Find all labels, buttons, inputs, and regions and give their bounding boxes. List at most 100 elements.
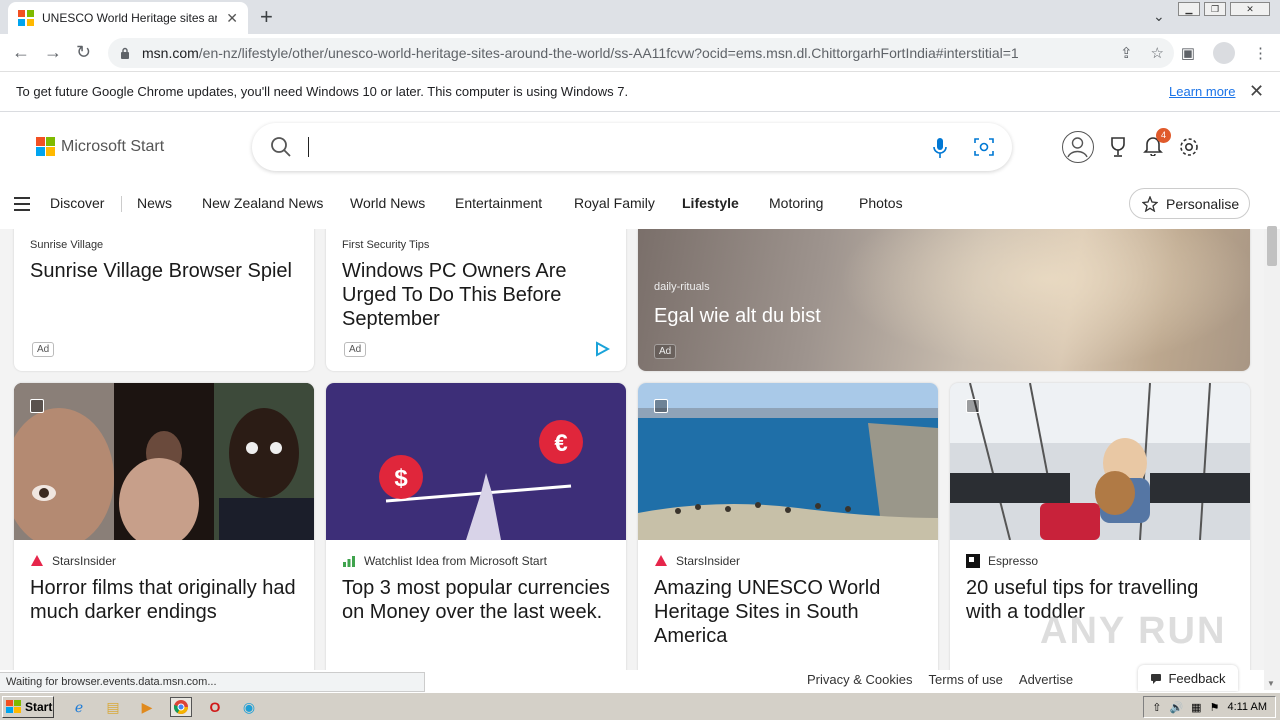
article-image (638, 383, 938, 540)
windows-logo-icon (6, 700, 21, 713)
window-controls: ▁ ❐ ✕ (1178, 2, 1270, 16)
address-bar[interactable]: msn.com/en-nz/lifestyle/other/unesco-wor… (108, 38, 1174, 68)
article-title: Horror films that originally had much da… (30, 577, 296, 623)
nav-photos[interactable]: Photos (859, 195, 903, 211)
ad-label: Ad (344, 342, 367, 357)
microphone-icon[interactable] (932, 137, 948, 159)
nav-lifestyle[interactable]: Lifestyle (682, 195, 739, 211)
ad-card[interactable]: Sunrise Village Sunrise Village Browser … (14, 229, 314, 371)
nav-discover[interactable]: Discover (50, 195, 104, 211)
action-center-flag-icon[interactable]: ⚑ (1210, 701, 1220, 714)
nav-world-news[interactable]: World News (350, 195, 425, 211)
notifications-bell-icon[interactable]: 4 (1142, 127, 1171, 161)
tray-expand-icon[interactable]: ⇧ (1152, 701, 1161, 714)
scrollbar-thumb[interactable] (1267, 226, 1277, 266)
nav-news[interactable]: News (137, 195, 172, 211)
file-explorer-icon[interactable]: ▤ (102, 697, 124, 717)
terms-link[interactable]: Terms of use (928, 672, 1002, 687)
share-icon[interactable]: ⇪ (1120, 44, 1133, 62)
gallery-icon (654, 399, 668, 413)
bookmark-star-icon[interactable]: ☆ (1151, 44, 1164, 62)
learn-more-link[interactable]: Learn more (1169, 84, 1235, 99)
update-infobar: To get future Google Chrome updates, you… (0, 72, 1280, 112)
side-panel-icon[interactable]: ▣ (1181, 44, 1195, 62)
page-scrollbar[interactable]: ▼ (1264, 226, 1280, 690)
media-player-icon[interactable]: ▶ (136, 697, 158, 717)
start-button[interactable]: Start (2, 696, 54, 718)
chrome-icon[interactable] (170, 697, 192, 717)
back-icon[interactable]: ← (12, 42, 30, 63)
infobar-close-icon[interactable]: ✕ (1249, 81, 1264, 102)
msn-header: Microsoft Start 4 (0, 113, 1264, 179)
edge-icon[interactable]: ◉ (238, 697, 260, 717)
svg-text:$: $ (394, 465, 408, 492)
account-avatar-icon[interactable] (1062, 131, 1094, 163)
url-path: /en-nz/lifestyle/other/unesco-world-heri… (198, 45, 1019, 61)
feedback-button[interactable]: Feedback (1138, 665, 1238, 691)
article-source: StarsInsider (676, 554, 741, 568)
rewards-trophy-icon[interactable] (1108, 136, 1128, 158)
minimize-button[interactable]: ▁ (1178, 2, 1200, 16)
gallery-icon (30, 399, 44, 413)
ad-source: Sunrise Village (30, 239, 104, 251)
star-sparkle-icon (1142, 195, 1158, 212)
profile-icon[interactable] (1213, 42, 1235, 64)
personalise-button[interactable]: Personalise (1129, 188, 1250, 219)
lock-icon (121, 47, 129, 59)
article-image (950, 383, 1250, 540)
article-image (14, 383, 314, 540)
volume-icon[interactable]: 🔊 (1169, 701, 1183, 714)
ad-source: daily-rituals (654, 281, 710, 293)
browser-tab[interactable]: UNESCO World Heritage sites around the w… (8, 2, 248, 34)
browser-toolbar: ← → ↻ msn.com/en-nz/lifestyle/other/unes… (0, 34, 1280, 72)
feedback-label: Feedback (1168, 670, 1226, 686)
tab-close-icon[interactable]: ✕ (226, 10, 238, 27)
brand-name: Microsoft Start (61, 137, 165, 155)
category-nav: Discover News New Zealand News World New… (0, 179, 1264, 229)
article-image: $ € (326, 383, 626, 540)
reload-icon[interactable]: ↻ (76, 42, 91, 63)
nav-new-zealand-news[interactable]: New Zealand News (202, 195, 323, 211)
settings-gear-icon[interactable] (1178, 136, 1200, 158)
article-source: Espresso (988, 554, 1039, 568)
article-card[interactable]: StarsInsider Amazing UNESCO World Herita… (638, 383, 938, 670)
nav-motoring[interactable]: Motoring (769, 195, 823, 211)
adchoices-icon[interactable] (594, 341, 610, 357)
hamburger-menu-icon[interactable] (14, 197, 30, 215)
privacy-link[interactable]: Privacy & Cookies (807, 672, 912, 687)
ad-title: Sunrise Village Browser Spiel (30, 260, 292, 282)
new-tab-button[interactable]: + (260, 6, 273, 28)
search-input[interactable] (312, 135, 912, 159)
microsoft-start-logo[interactable]: Microsoft Start (36, 137, 164, 156)
network-icon[interactable]: ▦ (1191, 701, 1201, 714)
article-source: Watchlist Idea from Microsoft Start (364, 554, 547, 568)
article-card[interactable]: $ € Watchlist Idea from Microsoft Start … (326, 383, 626, 670)
search-icon[interactable] (270, 136, 292, 158)
ad-card[interactable]: First Security Tips Windows PC Owners Ar… (326, 229, 626, 371)
tab-search-chevron-icon[interactable]: ⌄ (1153, 8, 1165, 25)
msn-favicon-icon (18, 10, 34, 26)
visual-search-icon[interactable] (974, 137, 994, 157)
nav-entertainment[interactable]: Entertainment (455, 195, 542, 211)
article-source: StarsInsider (52, 554, 117, 568)
maximize-button[interactable]: ❐ (1204, 2, 1226, 16)
personalise-label: Personalise (1166, 195, 1240, 212)
forward-icon[interactable]: → (44, 42, 62, 63)
starsinsider-logo-icon (655, 555, 667, 566)
nav-royal-family[interactable]: Royal Family (574, 195, 655, 211)
close-window-button[interactable]: ✕ (1230, 2, 1270, 16)
nav-divider (121, 196, 122, 212)
system-tray: ⇧ 🔊 ▦ ⚑ 4:11 AM (1143, 696, 1276, 718)
microsoft-logo-icon (36, 137, 55, 156)
clock[interactable]: 4:11 AM (1227, 701, 1267, 713)
scroll-down-arrow-icon[interactable]: ▼ (1267, 679, 1275, 688)
menu-dots-icon[interactable]: ⋮ (1253, 44, 1268, 62)
tab-strip: UNESCO World Heritage sites around the w… (0, 0, 1280, 34)
opera-icon[interactable]: O (204, 697, 226, 717)
notification-badge: 4 (1156, 127, 1171, 143)
internet-explorer-icon[interactable]: ℯ (68, 697, 90, 717)
ad-card-large[interactable]: daily-rituals Egal wie alt du bist Ad (638, 229, 1250, 371)
advertise-link[interactable]: Advertise (1019, 672, 1073, 687)
article-card[interactable]: StarsInsider Horror films that originall… (14, 383, 314, 670)
feed-area: Sunrise Village Sunrise Village Browser … (0, 229, 1264, 670)
